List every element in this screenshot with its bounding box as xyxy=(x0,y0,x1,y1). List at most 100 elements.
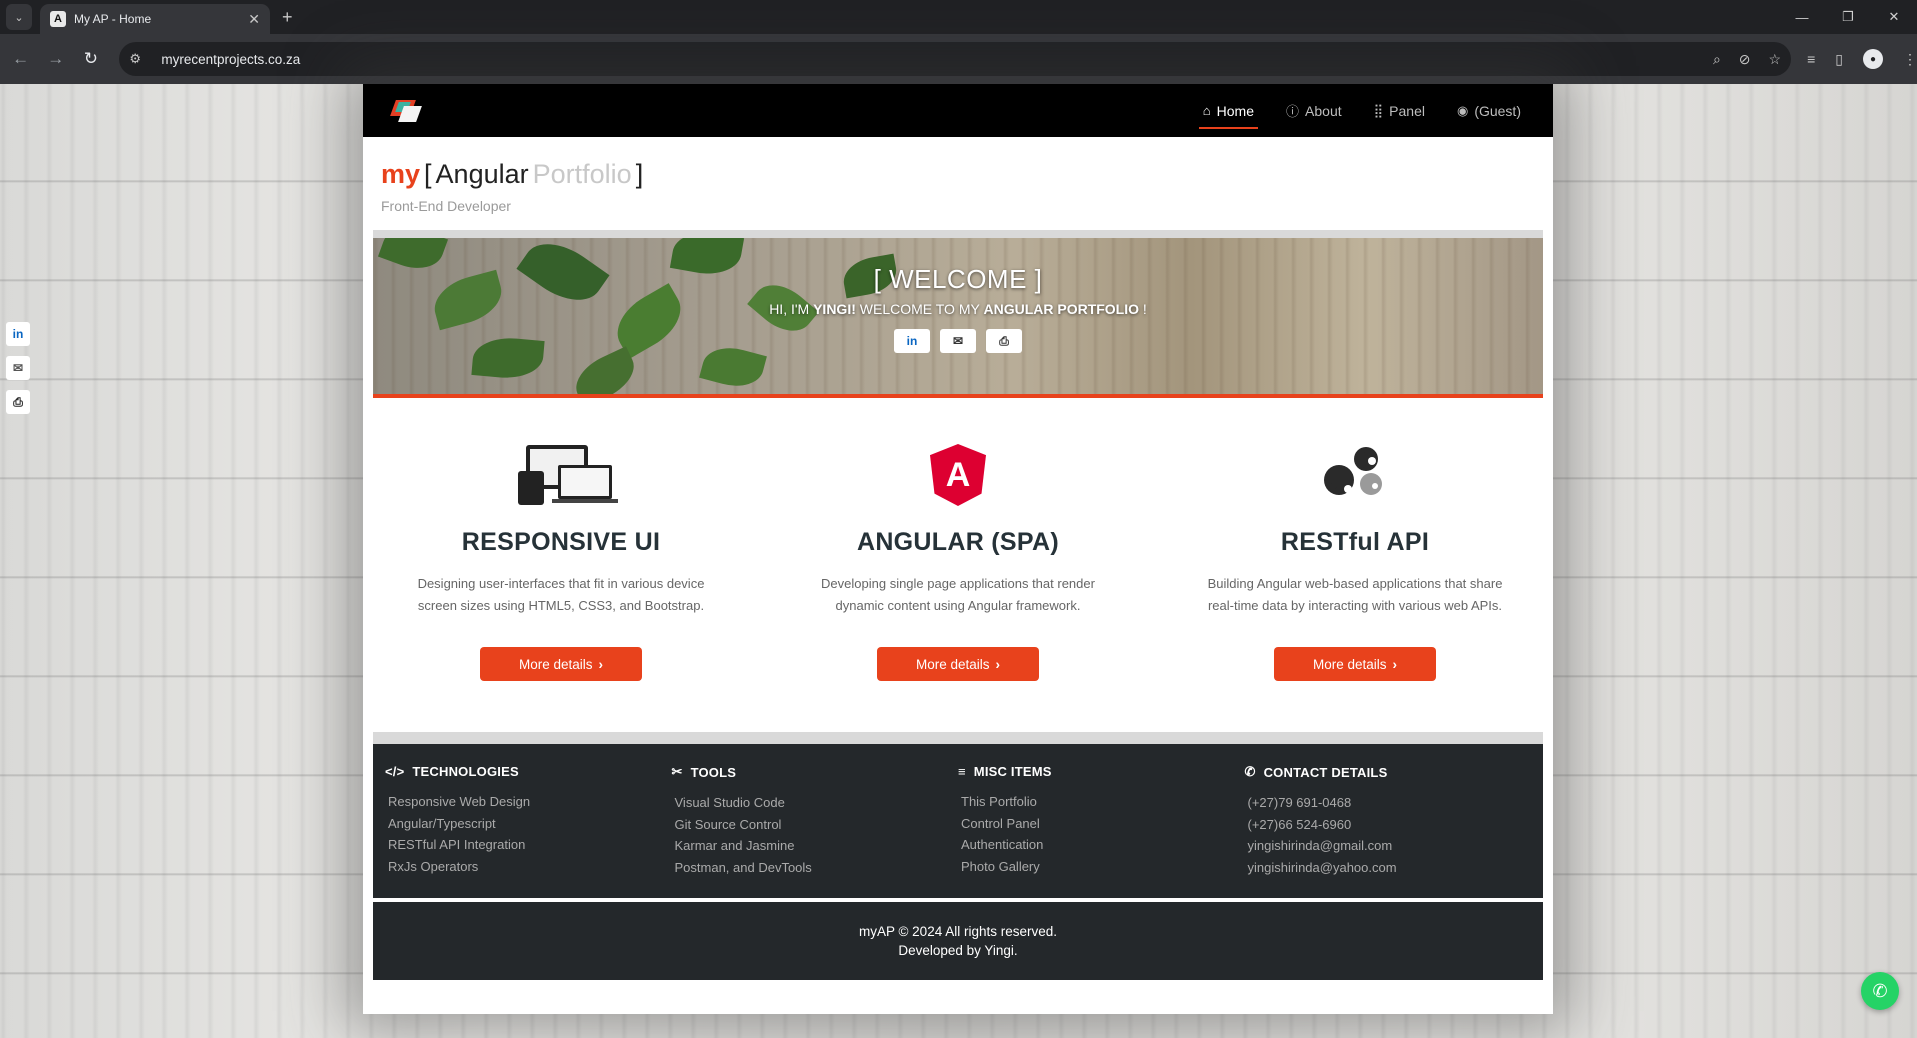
footer-list: (+27)79 691-0468 (+27)66 524-6960 yingis… xyxy=(1245,792,1532,878)
tab-close-icon[interactable]: ✕ xyxy=(248,11,260,28)
chevron-right-icon: › xyxy=(995,656,1001,672)
nav-about-label: About xyxy=(1305,102,1342,119)
browser-tab-active[interactable]: A My AP - Home ✕ xyxy=(40,4,270,34)
hero-sub-suffix: ! xyxy=(1139,301,1147,317)
more-details-label: More details xyxy=(915,656,990,672)
footer-link[interactable]: Responsive Web Design xyxy=(385,791,672,813)
footer-link[interactable]: Visual Studio Code xyxy=(672,792,959,814)
browser-tabstrip: ⌄ A My AP - Home ✕ + — ❐ ✕ xyxy=(0,0,1917,34)
more-details-label: More details xyxy=(1312,656,1387,672)
footer-links: </> TECHNOLOGIES Responsive Web Design A… xyxy=(373,732,1543,898)
restore-icon[interactable]: ❐ xyxy=(1825,0,1871,34)
bookmark-star-icon[interactable]: ☆ xyxy=(1769,51,1782,68)
footer-copyright: myAP © 2024 All rights reserved. Develop… xyxy=(373,902,1543,980)
brand-portfolio: Portfolio xyxy=(532,159,632,189)
brand-angular: Angular xyxy=(435,159,529,189)
footer-col-contact: ✆ CONTACT DETAILS (+27)79 691-0468 (+27)… xyxy=(1245,764,1532,898)
feature-responsive-ui: RESPONSIVE UI Designing user-interfaces … xyxy=(391,440,731,681)
web-viewport: in ✉ ⎙ ⌂ Home ⓘ About ⣿ Panel ◉ (Guest) … xyxy=(0,84,1917,1038)
nav-guest[interactable]: ◉ (Guest) xyxy=(1441,84,1537,137)
window-controls: — ❐ ✕ xyxy=(1779,0,1917,34)
tab-search-chevron-icon[interactable]: ⌄ xyxy=(6,4,32,30)
gears-icon xyxy=(1320,440,1390,510)
footer-list: Visual Studio Code Git Source Control Ka… xyxy=(672,792,959,878)
footer-contact[interactable]: yingishirinda@yahoo.com xyxy=(1245,857,1532,879)
footer-heading-label: TOOLS xyxy=(690,764,737,780)
print-share-icon[interactable]: ⎙ xyxy=(6,390,30,414)
url-text[interactable]: myrecentprojects.co.za xyxy=(161,52,1695,67)
feature-description: Developing single page applications that… xyxy=(821,576,1095,613)
whatsapp-chat-icon[interactable]: ✆ xyxy=(1861,972,1899,1010)
chevron-right-icon: › xyxy=(598,656,604,672)
footer-link[interactable]: Postman, and DevTools xyxy=(672,857,959,879)
brand-close-bracket: ] xyxy=(635,159,644,189)
footer-heading-label: CONTACT DETAILS xyxy=(1263,764,1388,780)
brand-open-bracket: [ xyxy=(424,159,432,189)
hero-share-buttons: in ✉ ⎙ xyxy=(894,329,1022,353)
nav-about[interactable]: ⓘ About xyxy=(1270,84,1358,137)
footer-contact[interactable]: (+27)79 691-0468 xyxy=(1245,792,1532,814)
email-share-icon[interactable]: ✉ xyxy=(6,356,30,380)
brand-my: my xyxy=(381,159,421,189)
footer-link[interactable]: Control Panel xyxy=(958,813,1245,835)
linkedin-share-icon[interactable]: in xyxy=(6,322,30,346)
hero-sub-highlight: ANGULAR PORTFOLIO xyxy=(983,301,1140,317)
footer-heading: ≡ MISC ITEMS xyxy=(958,764,1245,779)
footer-link[interactable]: Authentication xyxy=(958,834,1245,856)
footer-link[interactable]: Photo Gallery xyxy=(958,856,1245,878)
hero-email-icon[interactable]: ✉ xyxy=(940,329,976,353)
footer-link[interactable]: RxJs Operators xyxy=(385,856,672,878)
hero-linkedin-icon[interactable]: in xyxy=(894,329,930,353)
footer-list: This Portfolio Control Panel Authenticat… xyxy=(958,791,1245,877)
profile-avatar-icon[interactable]: ● xyxy=(1862,49,1883,69)
nav-guest-label: (Guest) xyxy=(1474,102,1521,119)
footer-contact[interactable]: (+27)66 524-6960 xyxy=(1245,814,1532,836)
minimize-icon[interactable]: — xyxy=(1779,0,1825,34)
chevron-right-icon: › xyxy=(1392,656,1398,672)
zoom-icon[interactable]: ⌕ xyxy=(1713,51,1721,68)
tab-title: My AP - Home xyxy=(74,12,152,26)
feature-description: Building Angular web-based applications … xyxy=(1207,576,1503,613)
home-icon: ⌂ xyxy=(1202,103,1211,118)
more-details-button[interactable]: More details › xyxy=(1274,647,1436,681)
more-details-button[interactable]: More details › xyxy=(480,647,642,681)
angular-icon: A xyxy=(930,440,986,510)
nav-links: ⌂ Home ⓘ About ⣿ Panel ◉ (Guest) xyxy=(1187,84,1537,137)
tab-favicon-icon: A xyxy=(50,11,66,27)
feature-title: ANGULAR (SPA) xyxy=(856,528,1060,556)
reload-icon[interactable]: ↻ xyxy=(76,44,105,74)
nav-home[interactable]: ⌂ Home xyxy=(1187,84,1270,137)
close-window-icon[interactable]: ✕ xyxy=(1871,0,1917,34)
site-info-icon[interactable]: ⚙ xyxy=(129,51,151,67)
hero-print-icon[interactable]: ⎙ xyxy=(986,329,1022,353)
feature-title: RESPONSIVE UI xyxy=(461,528,661,556)
footer-contact[interactable]: yingishirinda@gmail.com xyxy=(1245,835,1532,857)
nav-panel[interactable]: ⣿ Panel xyxy=(1358,84,1441,137)
more-details-button[interactable]: More details › xyxy=(877,647,1039,681)
footer-link[interactable]: Git Source Control xyxy=(672,814,959,836)
kebab-menu-icon[interactable]: ⋮ xyxy=(1903,51,1917,68)
grid-icon: ⣿ xyxy=(1373,102,1384,118)
footer-list: Responsive Web Design Angular/Typescript… xyxy=(385,791,672,877)
address-bar[interactable]: ⚙ myrecentprojects.co.za ⌕ ⊘ ☆ xyxy=(119,42,1792,76)
hero-sub-name: YINGI! xyxy=(813,301,856,317)
forward-arrow-icon[interactable]: → xyxy=(41,44,70,74)
new-tab-plus-icon[interactable]: + xyxy=(282,7,293,28)
footer-link[interactable]: Angular/Typescript xyxy=(385,813,672,835)
nav-home-label: Home xyxy=(1216,102,1255,119)
nav-panel-label: Panel xyxy=(1389,102,1425,119)
footer-link[interactable]: Karmar and Jasmine xyxy=(672,835,959,857)
side-share-bar: in ✉ ⎙ xyxy=(6,322,30,414)
site-logo[interactable] xyxy=(389,96,423,126)
footer-link[interactable]: This Portfolio xyxy=(958,791,1245,813)
footer-link[interactable]: RESTful API Integration xyxy=(385,834,672,856)
side-panel-icon[interactable]: ▯ xyxy=(1835,51,1843,68)
welcome-banner: [ WELCOME ] HI, I'M YINGI! WELCOME TO MY… xyxy=(373,230,1543,398)
footer-col-tools: ✂ TOOLS Visual Studio Code Git Source Co… xyxy=(672,764,959,898)
eye-slash-icon[interactable]: ⊘ xyxy=(1739,51,1751,68)
copyright-text: myAP © 2024 All rights reserved. xyxy=(858,924,1058,939)
media-queue-icon[interactable]: ≡ xyxy=(1807,51,1815,67)
footer-col-technologies: </> TECHNOLOGIES Responsive Web Design A… xyxy=(385,764,672,898)
footer-heading: ✂ TOOLS xyxy=(672,764,959,780)
back-arrow-icon[interactable]: ← xyxy=(6,44,35,74)
